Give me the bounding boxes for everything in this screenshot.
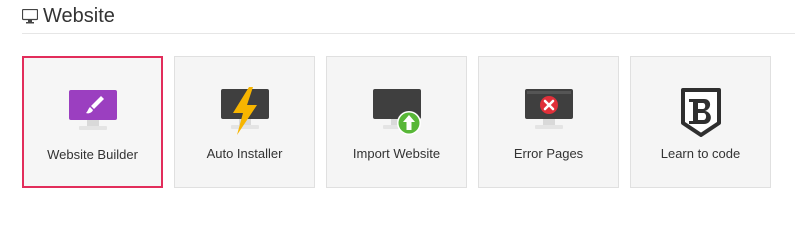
monitor-lightning-icon [220, 87, 269, 135]
tile-import-website[interactable]: Import Website [326, 56, 467, 188]
tile-learn-to-code[interactable]: Learn to code [630, 56, 771, 188]
monitor-icon [22, 8, 38, 23]
tile-label: Import Website [352, 146, 441, 161]
monitor-brush-icon [68, 90, 117, 130]
monitor-upload-icon [372, 89, 421, 135]
tile-error-pages[interactable]: Error Pages [478, 56, 619, 188]
bootstrap-shield-icon [680, 88, 721, 137]
section-title: Website [43, 5, 115, 27]
tile-label: Auto Installer [206, 146, 283, 161]
tile-website-builder[interactable]: Website Builder [22, 56, 163, 188]
section-divider [22, 33, 795, 34]
tile-label: Learn to code [660, 146, 741, 161]
tile-label: Website Builder [47, 147, 138, 162]
tile-label: Error Pages [513, 146, 584, 161]
tile-auto-installer[interactable]: Auto Installer [174, 56, 315, 188]
section-header: Website [22, 4, 115, 28]
monitor-error-icon [524, 89, 573, 129]
